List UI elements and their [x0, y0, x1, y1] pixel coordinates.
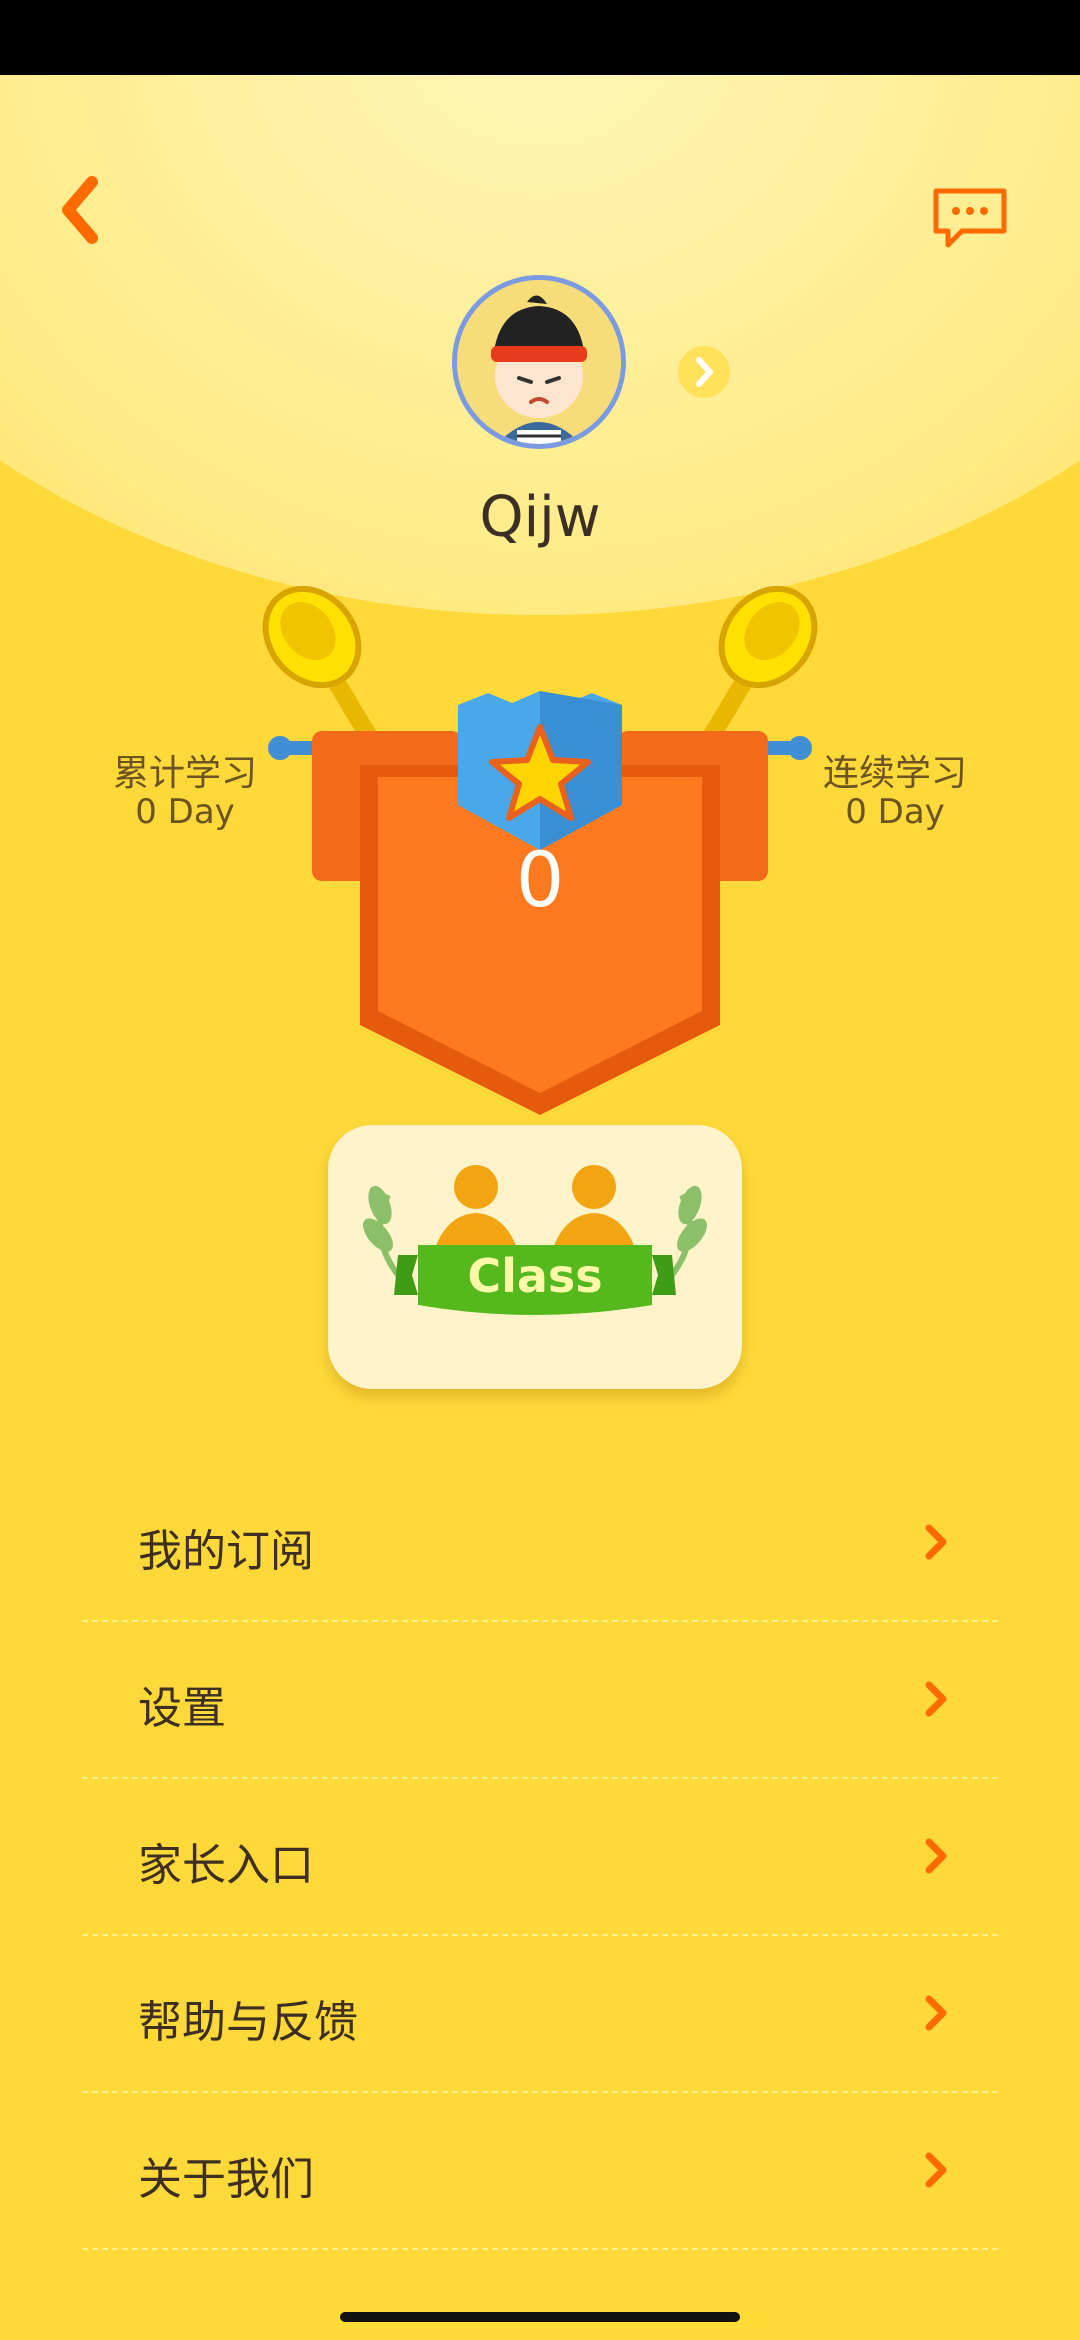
profile-page: Qijw 0 累计学习 0 Day 连续学习 0 Day Class 我的订阅 … [0, 75, 1080, 2294]
menu-item-label: 关于我们 [138, 2154, 314, 2205]
home-indicator[interactable] [340, 2312, 740, 2322]
badge-banner-illustration [262, 585, 818, 1115]
menu-item-label: 帮助与反馈 [138, 1997, 358, 2048]
back-button[interactable] [50, 170, 120, 250]
total-study-value: 0 Day [135, 792, 235, 832]
chevron-right-icon [696, 357, 713, 387]
menu-item-label: 家长入口 [138, 1840, 314, 1891]
badge-count: 0 [515, 835, 565, 924]
boy-avatar-icon [457, 280, 621, 444]
settings-menu: 我的订阅 设置 家长入口 帮助与反馈 关于我们 [82, 1465, 998, 2250]
chevron-right-icon [925, 1838, 947, 1874]
menu-item-settings[interactable]: 设置 [82, 1622, 998, 1779]
chevron-right-icon [925, 1524, 947, 1560]
menu-item-label: 我的订阅 [138, 1526, 314, 1577]
chevron-left-icon [62, 176, 98, 244]
avatar[interactable] [452, 275, 626, 449]
streak-study-label: 连续学习 [822, 753, 967, 794]
streak-study-stat: 连续学习 0 Day [775, 753, 1015, 832]
chevron-right-icon [925, 1681, 947, 1717]
status-bar [0, 0, 1080, 75]
profile-detail-button[interactable] [678, 346, 730, 398]
trumpet-right-icon [691, 585, 818, 764]
menu-item-subscription[interactable]: 我的订阅 [82, 1465, 998, 1622]
streak-study-value: 0 Day [845, 792, 945, 832]
menu-item-parent-entry[interactable]: 家长入口 [82, 1779, 998, 1936]
class-label: Class [467, 1249, 603, 1303]
menu-item-help-feedback[interactable]: 帮助与反馈 [82, 1936, 998, 2093]
menu-item-about-us[interactable]: 关于我们 [82, 2093, 998, 2250]
chevron-right-icon [925, 1995, 947, 2031]
class-card-button[interactable]: Class [328, 1125, 742, 1389]
chat-bubble-icon [933, 188, 1007, 248]
menu-item-label: 设置 [138, 1683, 226, 1734]
total-study-stat: 累计学习 0 Day [65, 753, 305, 832]
trumpet-left-icon [262, 585, 389, 764]
chevron-right-icon [925, 2152, 947, 2188]
message-button[interactable] [930, 185, 1010, 255]
total-study-label: 累计学习 [112, 753, 257, 794]
